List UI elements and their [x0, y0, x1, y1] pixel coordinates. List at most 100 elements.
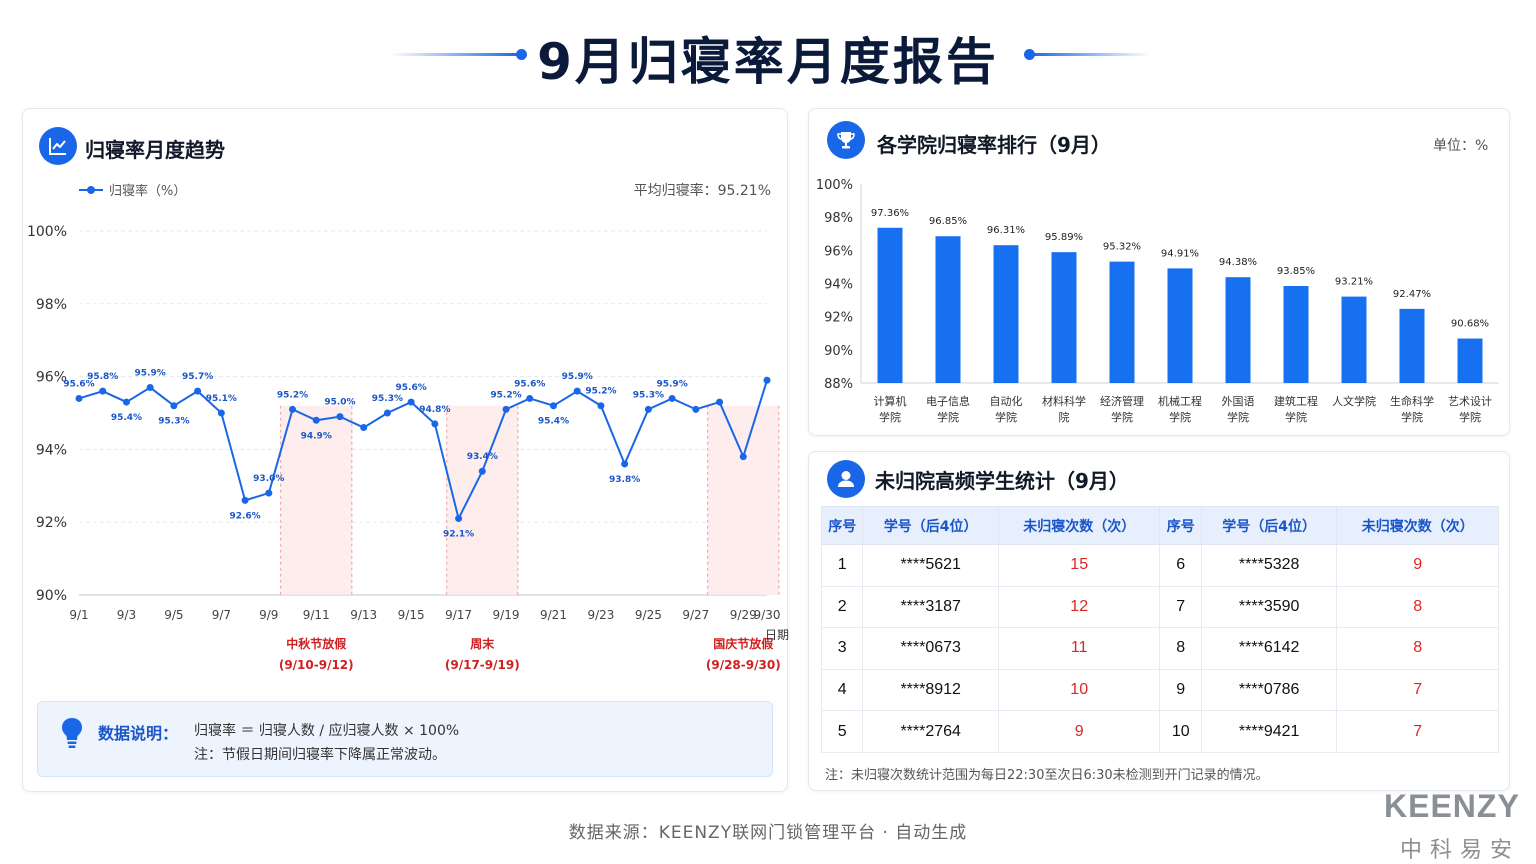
- y-tick-label: 98%: [824, 211, 853, 226]
- data-point: [644, 405, 652, 413]
- bar: [1341, 296, 1367, 383]
- holiday-range: (9/10-9/12): [279, 658, 354, 672]
- bar-value-label: 92.47%: [1393, 289, 1431, 300]
- data-label: 95.3%: [372, 394, 403, 404]
- category-label: 学院: [1401, 410, 1423, 424]
- data-point: [407, 398, 415, 406]
- bar: [1109, 261, 1135, 383]
- data-point: [336, 413, 344, 421]
- brand-subtitle: 中科易安: [1400, 838, 1521, 863]
- data-label: 95.9%: [656, 379, 687, 389]
- data-label: 95.8%: [87, 372, 118, 382]
- bar-value-label: 96.85%: [929, 216, 967, 227]
- row-index: 7: [1159, 585, 1202, 629]
- lightbulb-icon: [60, 716, 84, 754]
- x-tick-label: 9/13: [350, 608, 377, 622]
- trend-card: 归寝率月度趋势 归寝率（%） 平均归寝率：95.21% 90% 92% 94% 96%…: [22, 108, 789, 792]
- row-index: 2: [820, 585, 864, 629]
- student-id: ****5621: [862, 544, 999, 587]
- category-label: 机械工程: [1158, 394, 1202, 408]
- absence-count: 7: [1336, 668, 1499, 712]
- category-label: 电子信息: [926, 394, 970, 408]
- data-label: 92.6%: [229, 511, 260, 521]
- y-tick-label: 96%: [824, 244, 853, 259]
- y-tick-label: 100%: [27, 224, 67, 240]
- x-tick-label: 9/15: [398, 608, 425, 622]
- y-tick-label: 94%: [824, 278, 853, 293]
- header-count-1: 未归寝次数（次）: [997, 506, 1161, 545]
- data-point: [99, 387, 107, 395]
- y-tick-label: 92%: [36, 515, 67, 531]
- data-point: [573, 387, 581, 395]
- title-decor-line-right: [1030, 53, 1150, 56]
- data-label: 95.1%: [206, 394, 237, 404]
- table-row: 5 ****2764 9 10 ****9421 7: [820, 710, 1499, 753]
- category-label: 院: [1059, 410, 1070, 424]
- data-point: [549, 402, 557, 410]
- student-id: ****3187: [862, 585, 999, 629]
- absence-count: 9: [997, 710, 1161, 753]
- data-point: [360, 424, 368, 432]
- data-point: [122, 398, 130, 406]
- data-label: 95.2%: [585, 387, 616, 397]
- y-tick-label: 98%: [36, 297, 67, 313]
- category-label: 自动化: [990, 394, 1023, 408]
- student-id: ****0673: [862, 627, 999, 670]
- category-label: 艺术设计: [1448, 395, 1492, 408]
- student-id: ****9421: [1200, 710, 1338, 753]
- bar-value-label: 95.89%: [1045, 232, 1083, 243]
- data-point: [75, 394, 83, 402]
- category-label: 外国语: [1222, 395, 1255, 408]
- bar-value-label: 90.68%: [1451, 319, 1489, 330]
- data-point: [716, 398, 724, 406]
- absence-title: 未归院高频学生统计（9月）: [875, 469, 1129, 493]
- absence-table: 序号 学号（后4位） 未归寝次数（次） 序号 学号（后4位） 未归寝次数（次） …: [820, 506, 1499, 753]
- absence-count: 10: [997, 668, 1161, 712]
- category-label: 学院: [995, 410, 1017, 424]
- brand-name: KEENZY: [1384, 788, 1520, 824]
- bar-value-label: 93.85%: [1277, 266, 1315, 277]
- bar: [1283, 285, 1309, 383]
- brand-logo: KEENZY 中科易安: [1384, 788, 1534, 864]
- y-tick-label: 90%: [36, 588, 67, 604]
- absence-count: 12: [997, 585, 1161, 629]
- category-label: 建筑工程: [1274, 394, 1318, 408]
- data-point: [241, 496, 249, 504]
- category-label: 学院: [1169, 410, 1191, 424]
- y-tick-label: 88%: [824, 377, 853, 392]
- data-label: 95.4%: [111, 413, 142, 423]
- holiday-name: 周末: [470, 636, 495, 651]
- table-row: 3 ****0673 11 8 ****6142 8: [820, 627, 1499, 670]
- data-point: [289, 405, 297, 413]
- data-label: 94.8%: [419, 405, 450, 415]
- row-index: 6: [1159, 544, 1202, 587]
- data-point: [383, 409, 391, 417]
- row-index: 8: [1159, 627, 1202, 670]
- x-tick-label: 9/25: [635, 608, 662, 622]
- x-tick-label: 9/30: [754, 608, 781, 622]
- row-index: 4: [820, 668, 864, 712]
- data-label: 95.2%: [490, 390, 521, 400]
- header-student-id-2: 学号（后4位）: [1200, 506, 1338, 545]
- holiday-name: 中秋节放假: [286, 636, 347, 651]
- data-label: 95.3%: [158, 417, 189, 427]
- y-tick-label: 94%: [36, 442, 67, 458]
- x-tick-label: 9/7: [212, 608, 231, 622]
- data-point: [668, 394, 676, 402]
- bar-value-label: 94.38%: [1219, 257, 1257, 268]
- data-point: [170, 402, 178, 410]
- x-tick-label: 9/9: [259, 608, 278, 622]
- data-point: [217, 409, 225, 417]
- x-tick-label: 9/27: [682, 608, 709, 622]
- row-index: 1: [820, 544, 864, 587]
- x-tick-label: 9/11: [303, 608, 330, 622]
- bar: [1051, 252, 1077, 383]
- header-index-2: 序号: [1159, 506, 1202, 545]
- note-remark: 注：节假日期间归寝率下降属正常波动。: [194, 747, 446, 763]
- absence-count: 8: [1336, 627, 1499, 670]
- footer-source: 数据来源：KEENZY联网门锁管理平台 · 自动生成: [568, 823, 968, 843]
- absence-count: 9: [1336, 544, 1499, 587]
- data-point: [478, 467, 486, 475]
- data-label: 95.6%: [396, 383, 427, 393]
- data-label: 95.4%: [538, 417, 569, 427]
